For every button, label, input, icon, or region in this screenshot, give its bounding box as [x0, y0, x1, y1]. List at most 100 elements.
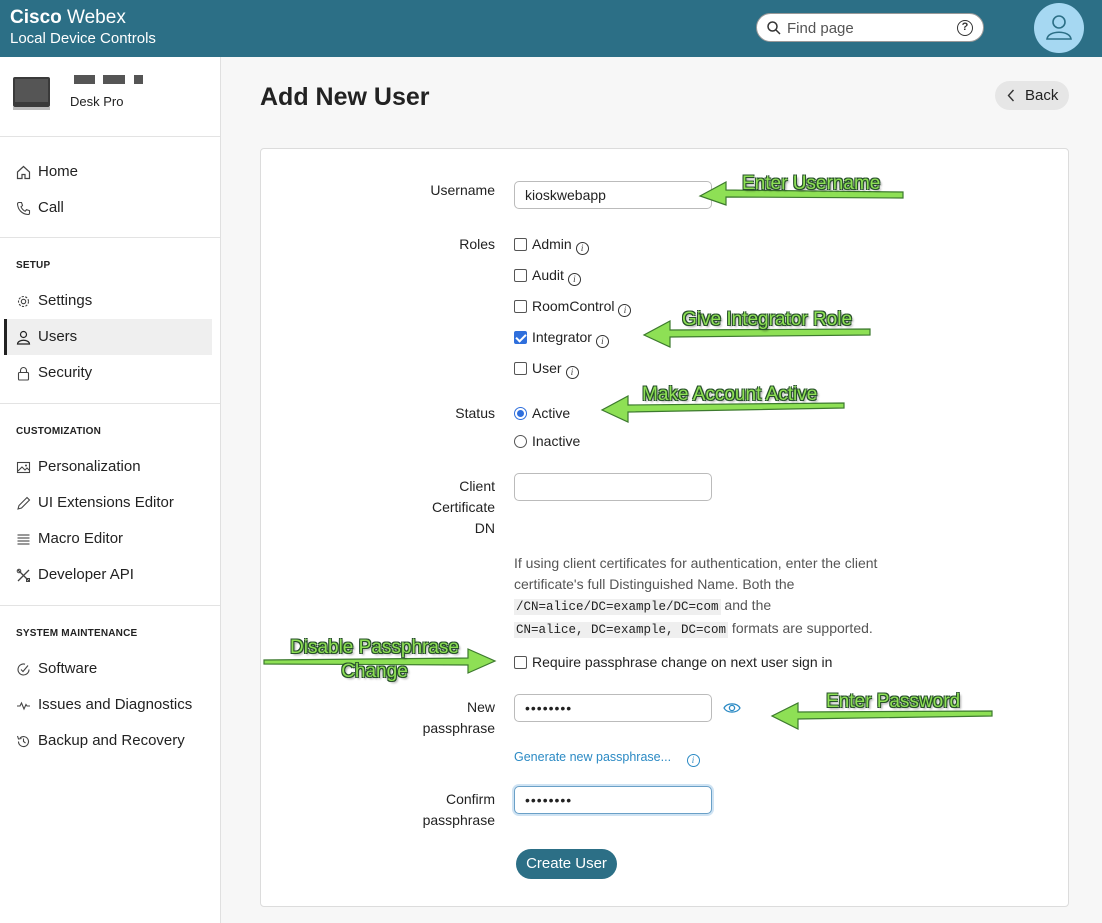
checkbox[interactable] — [514, 362, 527, 375]
brand-subtitle: Local Device Controls — [10, 30, 156, 47]
sidebar-item-security[interactable]: Security — [4, 355, 212, 391]
section-title-system-maintenance: SYSTEM MAINTENANCE — [16, 628, 138, 639]
back-button[interactable]: Back — [995, 81, 1069, 110]
brand: Cisco Webex Local Device Controls — [10, 8, 156, 46]
home-icon — [16, 165, 31, 180]
sidebar-item-label: Backup and Recovery — [38, 732, 185, 749]
sidebar-item-label: Call — [38, 199, 64, 216]
checkbox-checked[interactable] — [514, 331, 527, 344]
help-icon[interactable]: ? — [957, 20, 973, 36]
sidebar-item-label: Settings — [38, 292, 93, 309]
create-user-button[interactable]: Create User — [516, 849, 617, 879]
top-bar: Cisco Webex Local Device Controls ? — [0, 0, 1102, 57]
generate-passphrase-link[interactable]: Generate new passphrase... i — [514, 750, 700, 767]
image-icon — [16, 461, 31, 474]
confirm-passphrase-label: Confirm passphrase — [422, 791, 495, 828]
sidebar-item-label: Developer API — [38, 566, 134, 583]
username-label: Username — [430, 182, 495, 198]
new-passphrase-label: New passphrase — [422, 699, 495, 736]
confirm-passphrase-field[interactable] — [514, 786, 712, 814]
sidebar-item-label: Home — [38, 163, 79, 180]
sidebar-divider — [0, 605, 220, 606]
gear-icon — [17, 295, 30, 308]
search-icon — [767, 21, 781, 35]
info-icon[interactable]: i — [575, 242, 589, 255]
info-icon[interactable]: i — [618, 304, 632, 317]
section-title-customization: CUSTOMIZATION — [16, 426, 102, 437]
show-password-icon[interactable] — [723, 701, 741, 715]
roles-label: Roles — [459, 236, 495, 252]
sidebar-item-label: Issues and Diagnostics — [38, 696, 193, 713]
annotation-disable-passphrase-change: Disable Passphrase Change — [290, 637, 459, 682]
sidebar-item-label: Macro Editor — [38, 530, 124, 547]
search-input[interactable] — [787, 18, 947, 38]
device-image — [13, 77, 50, 110]
cert-help-text: If using client certificates for authent… — [514, 555, 878, 638]
sidebar-divider — [0, 403, 220, 404]
sidebar-item-label: Software — [38, 660, 98, 677]
lock-icon — [17, 367, 30, 381]
user-icon — [16, 330, 31, 345]
sidebar-item-home[interactable]: Home — [4, 154, 212, 190]
radio[interactable] — [514, 435, 527, 448]
section-title-setup: SETUP — [16, 260, 51, 271]
pulse-icon — [17, 701, 30, 711]
checkbox[interactable] — [514, 269, 527, 282]
sidebar-item-label: Personalization — [38, 458, 141, 475]
lines-icon — [17, 534, 30, 545]
radio-selected[interactable] — [514, 407, 527, 420]
sidebar-item-personalization[interactable]: Personalization — [4, 449, 212, 485]
phone-icon — [16, 201, 31, 216]
sidebar-item-macro-editor[interactable]: Macro Editor — [4, 521, 212, 557]
status-label: Status — [455, 405, 495, 421]
sidebar-item-settings[interactable]: Settings — [4, 283, 212, 319]
page-title: Add New User — [260, 83, 430, 111]
device-panel: Desk Pro — [0, 57, 220, 137]
code-sample: /CN=alice/DC=example/DC=com — [514, 599, 721, 615]
sidebar-item-software[interactable]: Software — [4, 651, 212, 687]
sidebar-divider — [0, 237, 220, 238]
role-label: Audit — [532, 267, 564, 283]
back-label: Back — [1025, 87, 1059, 104]
checkbox[interactable] — [514, 238, 527, 251]
sidebar-item-call[interactable]: Call — [4, 190, 212, 226]
chevron-left-icon — [1007, 89, 1015, 102]
sidebar-item-backup-and-recovery[interactable]: Backup and Recovery — [4, 723, 212, 759]
annotation-give-integrator-role: Give Integrator Role — [682, 309, 853, 330]
info-icon[interactable]: i — [565, 366, 579, 379]
radio-label: Inactive — [532, 433, 581, 449]
annotation-make-account-active: Make Account Active — [642, 384, 818, 405]
sidebar: Desk Pro Home Call SETUP Settings Users … — [0, 57, 221, 923]
checkbox[interactable] — [514, 656, 527, 669]
sidebar-item-developer-api[interactable]: Developer API — [4, 557, 212, 593]
annotation-enter-password: Enter Password — [826, 691, 961, 712]
username-field[interactable] — [514, 181, 712, 209]
info-icon[interactable]: i — [567, 273, 581, 286]
role-label: Admin — [532, 236, 572, 252]
annotation-enter-username: Enter Username — [742, 173, 881, 194]
avatar[interactable] — [1034, 3, 1084, 53]
brand-title: Cisco Webex — [10, 7, 126, 28]
sidebar-item-issues-and-diagnostics[interactable]: Issues and Diagnostics — [4, 687, 212, 723]
device-id-redacted — [74, 75, 146, 84]
new-passphrase-field[interactable] — [514, 694, 712, 722]
role-label: RoomControl — [532, 298, 615, 314]
restore-icon — [16, 735, 29, 748]
radio-label: Active — [532, 405, 571, 421]
role-label: User — [532, 360, 562, 376]
info-icon[interactable]: i — [595, 335, 609, 348]
sidebar-item-label: Security — [38, 364, 93, 381]
user-avatar-icon — [1046, 15, 1072, 40]
cert-dn-field[interactable] — [514, 473, 712, 501]
sidebar-item-ui-extensions-editor[interactable]: UI Extensions Editor — [4, 485, 212, 521]
checkbox[interactable] — [514, 300, 527, 313]
device-name: Desk Pro — [70, 94, 124, 109]
cert-dn-label: Client Certificate DN — [431, 478, 495, 536]
sidebar-item-label: Users — [38, 328, 78, 345]
info-icon[interactable]: i — [686, 754, 700, 767]
search-box[interactable]: ? — [756, 13, 984, 42]
checkbox-label: Require passphrase change on next user s… — [532, 654, 833, 670]
software-icon — [17, 663, 30, 676]
sidebar-item-users[interactable]: Users — [4, 319, 212, 355]
role-label: Integrator — [532, 329, 592, 345]
